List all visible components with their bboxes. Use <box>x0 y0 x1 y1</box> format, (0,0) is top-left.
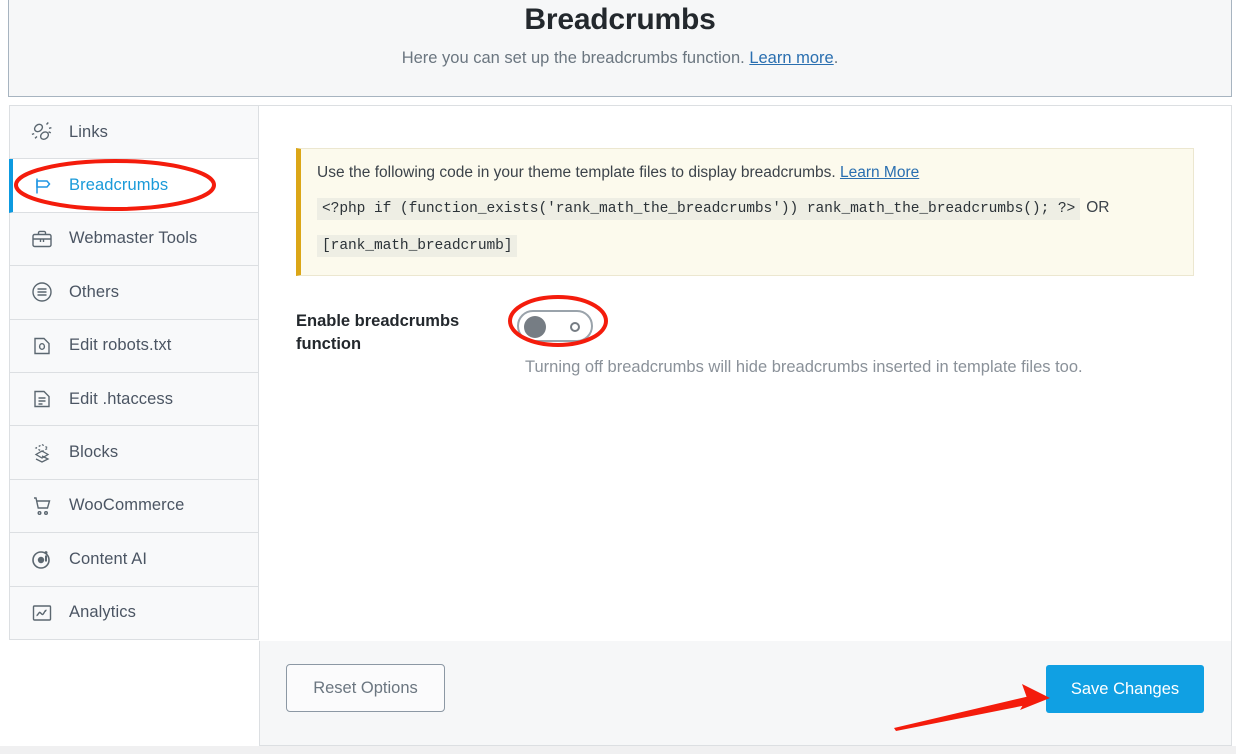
sidebar-item-label: Others <box>69 283 119 302</box>
sidebar-item-woocommerce[interactable]: WooCommerce <box>9 480 259 533</box>
content-ai-icon <box>28 545 56 573</box>
shopping-cart-icon <box>28 492 56 520</box>
shortcode-snippet[interactable]: [rank_math_breadcrumb] <box>317 235 517 257</box>
sidebar-item-analytics[interactable]: Analytics <box>9 587 259 640</box>
setting-label: Enable breadcrumbs function <box>296 310 476 356</box>
breadcrumbs-code-notice: Use the following code in your theme tem… <box>296 148 1194 276</box>
list-circle-icon <box>28 278 56 306</box>
chart-box-icon <box>28 599 56 627</box>
sidebar-item-label: Content AI <box>69 550 147 569</box>
page-subtitle-period: . <box>834 49 839 67</box>
learn-more-link-header[interactable]: Learn more <box>749 49 833 67</box>
settings-footer: Reset Options Save Changes <box>259 641 1232 746</box>
signpost-icon <box>28 172 56 200</box>
page-root: Breadcrumbs Here you can set up the brea… <box>0 0 1236 754</box>
blocks-stack-icon <box>28 439 56 467</box>
sidebar-item-edit-robots[interactable]: Edit robots.txt <box>9 320 259 373</box>
page-subtitle: Here you can set up the breadcrumbs func… <box>9 47 1231 69</box>
sidebar-item-label: Breadcrumbs <box>69 176 168 195</box>
enable-breadcrumbs-toggle[interactable] <box>517 310 593 342</box>
sidebar-item-label: Analytics <box>69 603 136 622</box>
php-code-snippet[interactable]: <?php if (function_exists('rank_math_the… <box>317 198 1080 220</box>
code-row-php: <?php if (function_exists('rank_math_the… <box>317 193 1177 224</box>
reset-options-button[interactable]: Reset Options <box>286 664 445 712</box>
robots-file-icon <box>28 332 56 360</box>
links-icon <box>28 118 56 146</box>
sidebar-item-label: Blocks <box>69 443 118 462</box>
sidebar-item-blocks[interactable]: Blocks <box>9 426 259 479</box>
sidebar-item-others[interactable]: Others <box>9 266 259 319</box>
learn-more-link-notice[interactable]: Learn More <box>840 164 919 181</box>
sidebar-item-label: WooCommerce <box>69 496 184 515</box>
left-gutter <box>0 0 8 746</box>
sidebar-item-content-ai[interactable]: Content AI <box>9 533 259 586</box>
sidebar-item-label: Edit .htaccess <box>69 390 173 409</box>
briefcase-icon <box>28 225 56 253</box>
toggle-off-indicator <box>570 322 580 332</box>
sidebar-item-edit-htaccess[interactable]: Edit .htaccess <box>9 373 259 426</box>
code-row-shortcode: [rank_math_breadcrumb] <box>317 230 1177 261</box>
settings-sidebar: Links Breadcrumbs Webmaster Tools <box>9 105 259 640</box>
notice-text: Use the following code in your theme tem… <box>317 164 836 181</box>
sidebar-item-label: Edit robots.txt <box>69 336 171 355</box>
page-title: Breadcrumbs <box>9 0 1231 42</box>
page-subtitle-text: Here you can set up the breadcrumbs func… <box>402 49 745 67</box>
code-or-label: OR <box>1086 199 1109 216</box>
toggle-knob <box>524 316 546 338</box>
sidebar-item-label: Webmaster Tools <box>69 229 197 248</box>
notice-description: Use the following code in your theme tem… <box>317 161 1177 185</box>
sidebar-item-breadcrumbs[interactable]: Breadcrumbs <box>9 159 259 212</box>
bottom-gutter <box>0 746 1236 754</box>
sidebar-item-links[interactable]: Links <box>9 106 259 159</box>
sidebar-item-label: Links <box>69 123 108 142</box>
setting-help-text: Turning off breadcrumbs will hide breadc… <box>525 356 1083 378</box>
page-header: Breadcrumbs Here you can set up the brea… <box>8 0 1232 97</box>
save-changes-button[interactable]: Save Changes <box>1046 665 1204 713</box>
sidebar-item-webmaster-tools[interactable]: Webmaster Tools <box>9 213 259 266</box>
document-lines-icon <box>28 385 56 413</box>
